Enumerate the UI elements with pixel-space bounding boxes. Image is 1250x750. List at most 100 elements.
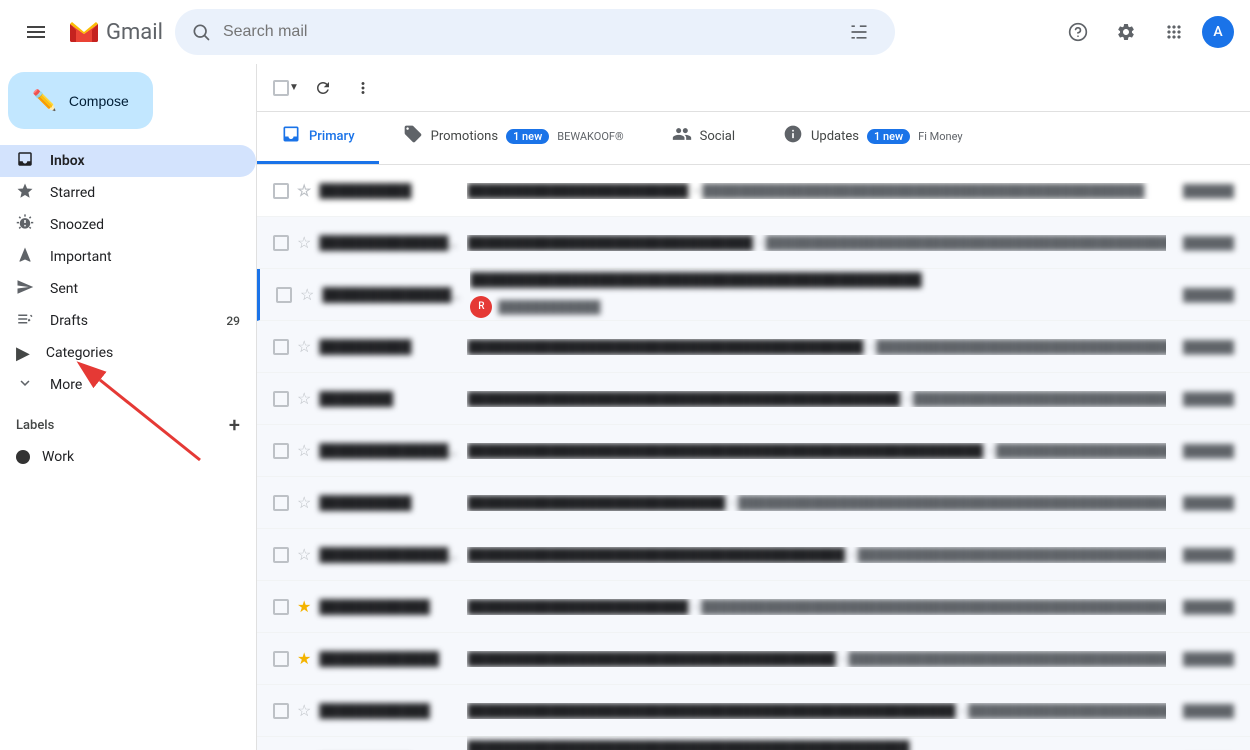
- row-content: ███████████████████████████████ - ██████…: [467, 235, 1166, 251]
- row-star-icon[interactable]: ☆: [300, 285, 314, 304]
- row-star-icon[interactable]: ☆: [297, 233, 311, 252]
- topbar: Gmail: [0, 0, 1250, 64]
- settings-button[interactable]: [1106, 12, 1146, 52]
- row-checkbox[interactable]: [273, 339, 289, 355]
- email-row[interactable]: ☆ ████████████ █████████████████████████…: [257, 685, 1250, 737]
- row-checkbox[interactable]: [273, 235, 289, 251]
- primary-tab-icon: [281, 124, 301, 149]
- labels-section-header: Labels +: [0, 401, 256, 441]
- sidebar-item-more[interactable]: More: [0, 369, 256, 401]
- row-star-icon[interactable]: ☆: [297, 545, 311, 564]
- row-checkbox[interactable]: [273, 443, 289, 459]
- email-row[interactable]: ☆ ██████████ ███████████████████████████…: [257, 737, 1250, 750]
- email-row[interactable]: ☆ ██████████ ███████████████████████████…: [257, 321, 1250, 373]
- gmail-logo[interactable]: Gmail: [68, 16, 163, 48]
- email-row[interactable]: ★ ████████████ ████████████████████████ …: [257, 581, 1250, 633]
- row-checkbox[interactable]: [276, 287, 292, 303]
- row-checkbox[interactable]: [273, 651, 289, 667]
- row-subject: ████████████████████████████████████████…: [467, 740, 909, 750]
- email-row[interactable]: ☆ ██████████ ████████████████████████ - …: [257, 165, 1250, 217]
- row-star-icon[interactable]: ☆: [297, 389, 311, 408]
- email-area: ▼ Primary: [256, 64, 1250, 750]
- row-star-icon[interactable]: ☆: [297, 701, 311, 720]
- sidebar-item-inbox[interactable]: Inbox: [0, 145, 256, 177]
- row-time: ██████: [1174, 496, 1234, 510]
- search-icon: [191, 22, 211, 42]
- add-label-button[interactable]: +: [229, 413, 240, 437]
- tab-promotions[interactable]: Promotions 1 new BEWAKOOF®: [379, 112, 648, 164]
- row-preview: - ██████████████████████████████████████…: [842, 651, 1166, 667]
- row-sender: █████████████: [319, 651, 459, 667]
- row-star-icon[interactable]: ☆: [297, 337, 311, 356]
- email-row[interactable]: ☆ ████████ █████████████████████████████…: [257, 373, 1250, 425]
- snoozed-label: Snoozed: [50, 217, 240, 233]
- sidebar-item-sent[interactable]: Sent: [0, 273, 256, 305]
- row-checkbox[interactable]: [273, 703, 289, 719]
- inbox-icon: [16, 150, 34, 173]
- row-preview: - ██████████████████████████████████████…: [694, 599, 1166, 615]
- select-all-area[interactable]: ▼: [273, 80, 299, 96]
- row-content: ████████████████████████████████████████…: [467, 443, 1166, 459]
- row-star-icon[interactable]: ★: [297, 649, 311, 668]
- sidebar-item-drafts[interactable]: Drafts 29: [0, 305, 256, 337]
- main-layout: ✏️ Compose Inbox Starred Snoozed: [0, 64, 1250, 750]
- refresh-button[interactable]: [307, 72, 339, 104]
- email-row[interactable]: ☆ ████████████████ █████████████████████…: [257, 269, 1250, 321]
- promotions-tab-badge: 1 new: [506, 129, 549, 144]
- row-time: ██████: [1174, 392, 1234, 406]
- row-subject: ████████████████████████████████████████…: [467, 547, 845, 563]
- compose-button[interactable]: ✏️ Compose: [8, 72, 153, 129]
- sidebar-item-starred[interactable]: Starred: [0, 177, 256, 209]
- row-star-icon[interactable]: ☆: [297, 441, 311, 460]
- email-row[interactable]: ☆ ████████████████ █████████████████████…: [257, 425, 1250, 477]
- row-subject: ████████████████████████: [467, 599, 688, 615]
- select-all-checkbox[interactable]: [273, 80, 289, 96]
- sidebar: ✏️ Compose Inbox Starred Snoozed: [0, 64, 256, 750]
- row-checkbox[interactable]: [273, 391, 289, 407]
- row-content: ████████████████████████████████████████…: [467, 651, 1166, 667]
- label-item-work[interactable]: Work: [0, 441, 256, 473]
- avatar[interactable]: A: [1202, 16, 1234, 48]
- row-star-icon[interactable]: ★: [297, 597, 311, 616]
- row-star-icon[interactable]: ☆: [297, 181, 311, 200]
- tab-updates[interactable]: Updates 1 new Fi Money: [759, 112, 987, 164]
- row-checkbox[interactable]: [273, 599, 289, 615]
- row-star-icon[interactable]: ☆: [297, 493, 311, 512]
- row-sender: ████████: [319, 391, 459, 407]
- gmail-icon: [68, 16, 100, 48]
- tab-primary[interactable]: Primary: [257, 112, 379, 164]
- apps-button[interactable]: [1154, 12, 1194, 52]
- email-row[interactable]: ★ █████████████ ████████████████████████…: [257, 633, 1250, 685]
- categories-icon: ▶: [16, 343, 30, 364]
- row-checkbox[interactable]: [273, 495, 289, 511]
- drafts-label: Drafts: [50, 313, 210, 329]
- help-button[interactable]: [1058, 12, 1098, 52]
- row-subject: ████████████████████████████████████████…: [467, 703, 955, 719]
- sidebar-item-important[interactable]: Important: [0, 241, 256, 273]
- hamburger-icon: [27, 23, 45, 41]
- search-options-icon: [849, 22, 869, 42]
- row-checkbox[interactable]: [273, 183, 289, 199]
- search-options-button[interactable]: [839, 12, 879, 52]
- email-row[interactable]: ☆ ████████████████ █████████████████████…: [257, 217, 1250, 269]
- select-dropdown-icon[interactable]: ▼: [289, 82, 299, 93]
- row-sender: ████████████████: [319, 443, 459, 459]
- email-row[interactable]: ☆ ██████████ ███████████████████████████…: [257, 477, 1250, 529]
- row-sender: ██████████: [319, 495, 459, 511]
- row-time: ██████: [1174, 652, 1234, 666]
- row-checkbox[interactable]: [273, 547, 289, 563]
- row-time: ██████: [1174, 600, 1234, 614]
- label-name-work: Work: [42, 449, 74, 465]
- sidebar-item-categories[interactable]: ▶ Categories: [0, 337, 256, 369]
- hamburger-menu-button[interactable]: [16, 12, 56, 52]
- more-options-button[interactable]: [347, 72, 379, 104]
- row-sender: ████████████: [319, 703, 459, 719]
- row-content: ████████████████████████████████████████…: [467, 736, 1166, 750]
- search-input[interactable]: [223, 23, 827, 41]
- row-avatar: R: [470, 296, 492, 318]
- tab-social[interactable]: Social: [648, 112, 759, 164]
- updates-tab-label: Updates: [811, 129, 859, 144]
- row-content: ████████████████████████████████████████…: [467, 547, 1166, 563]
- sidebar-item-snoozed[interactable]: Snoozed: [0, 209, 256, 241]
- email-row[interactable]: ☆ ████████████████████ █████████████████…: [257, 529, 1250, 581]
